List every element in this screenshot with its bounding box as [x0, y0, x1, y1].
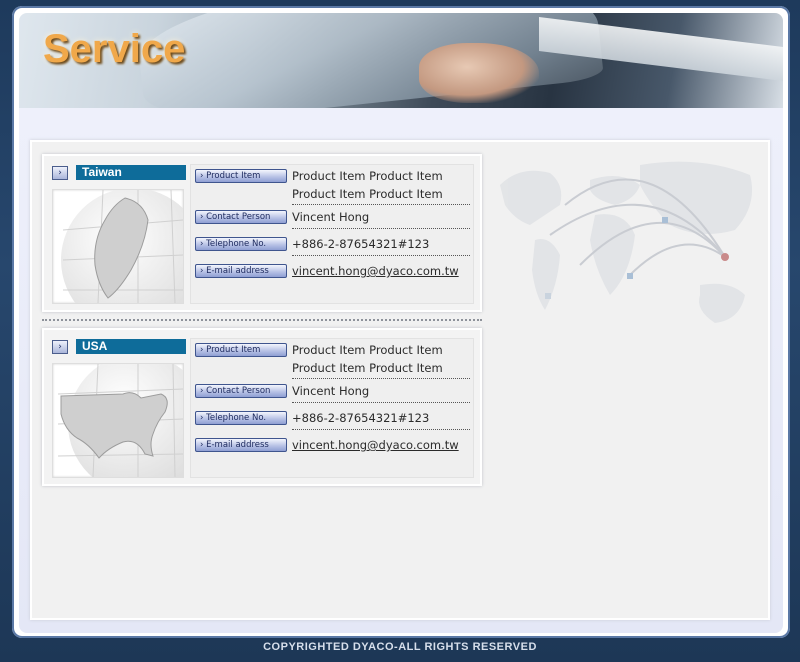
- row-divider: [292, 429, 470, 430]
- region-card-taiwan: › Taiwan › Product Item Product Item Pro…: [42, 154, 482, 332]
- row-divider: [292, 255, 470, 256]
- region-map-image: [52, 188, 205, 332]
- email-label: E-mail address: [206, 440, 269, 450]
- region-header: › USA: [52, 339, 186, 354]
- world-map-illustration: [500, 161, 753, 323]
- service-banner: Service: [19, 13, 783, 108]
- product-value-line2: Product Item Product Item: [292, 187, 443, 201]
- telephone-value: +886-2-87654321#123: [292, 237, 430, 251]
- chevron-right-icon[interactable]: ›: [52, 165, 68, 180]
- product-label: Product Item: [206, 345, 261, 355]
- banner-handshake-image: [419, 43, 539, 103]
- contact-value: Vincent Hong: [292, 384, 370, 398]
- telephone-label: Telephone No.: [206, 239, 267, 249]
- email-button[interactable]: › E-mail address: [195, 264, 287, 278]
- copyright-footer: COPYRIGHTED DYACO-ALL RIGHTS RESERVED: [263, 641, 537, 653]
- contact-label: Contact Person: [206, 386, 271, 396]
- row-divider: [292, 228, 470, 229]
- telephone-value: +886-2-87654321#123: [292, 411, 430, 425]
- region-name: USA: [76, 339, 186, 354]
- product-value-line1: Product Item Product Item: [292, 169, 443, 183]
- product-item-button[interactable]: › Product Item: [195, 343, 287, 357]
- row-divider: [292, 402, 470, 403]
- region-name: Taiwan: [76, 165, 186, 180]
- region-map-image: [52, 354, 208, 494]
- region-card-usa: › USA › Product Item Product Item Produc…: [42, 328, 482, 494]
- email-value: vincent.hong@dyaco.com.tw: [292, 262, 472, 280]
- email-link[interactable]: vincent.hong@dyaco.com.tw: [292, 438, 459, 452]
- contact-person-button[interactable]: › Contact Person: [195, 210, 287, 224]
- contact-person-button[interactable]: › Contact Person: [195, 384, 287, 398]
- email-button[interactable]: › E-mail address: [195, 438, 287, 452]
- email-value: vincent.hong@dyaco.com.tw: [292, 436, 472, 454]
- region-header: › Taiwan: [52, 165, 186, 180]
- usa-map-icon: [57, 354, 208, 494]
- product-value-line2: Product Item Product Item: [292, 361, 443, 375]
- page-title: Service: [43, 27, 186, 71]
- chevron-right-icon[interactable]: ›: [52, 339, 68, 354]
- section-divider: [42, 319, 482, 321]
- telephone-button[interactable]: › Telephone No.: [195, 411, 287, 425]
- taiwan-map-icon: [61, 188, 205, 332]
- contact-value: Vincent Hong: [292, 210, 370, 224]
- email-label: E-mail address: [206, 266, 269, 276]
- product-label: Product Item: [206, 171, 261, 181]
- telephone-label: Telephone No.: [206, 413, 267, 423]
- region-details: › Product Item Product Item Product Item…: [190, 338, 474, 478]
- row-divider: [292, 204, 470, 205]
- region-details: › Product Item Product Item Product Item…: [190, 164, 474, 304]
- email-link[interactable]: vincent.hong@dyaco.com.tw: [292, 264, 459, 278]
- telephone-button[interactable]: › Telephone No.: [195, 237, 287, 251]
- product-item-button[interactable]: › Product Item: [195, 169, 287, 183]
- row-divider: [292, 378, 470, 379]
- contact-label: Contact Person: [206, 212, 271, 222]
- product-value-line1: Product Item Product Item: [292, 343, 443, 357]
